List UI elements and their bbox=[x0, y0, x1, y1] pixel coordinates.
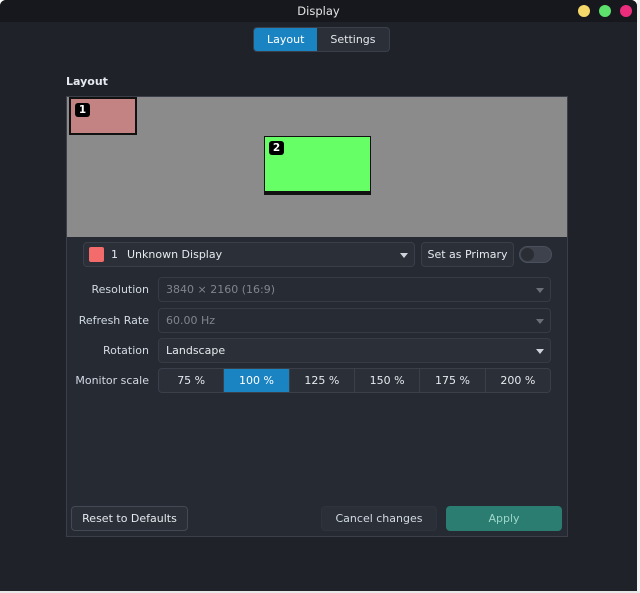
rotation-value: Landscape bbox=[166, 344, 226, 357]
monitor-1-badge: 1 bbox=[75, 103, 90, 117]
tab-settings[interactable]: Settings bbox=[317, 28, 388, 51]
display-number: 1 bbox=[111, 248, 118, 261]
layout-section-title: Layout bbox=[66, 75, 108, 88]
scale-option-150[interactable]: 150 % bbox=[353, 369, 419, 392]
scale-option-175[interactable]: 175 % bbox=[419, 369, 484, 392]
chevron-down-icon bbox=[400, 253, 408, 258]
display-name: Unknown Display bbox=[127, 248, 223, 261]
chevron-down-icon bbox=[536, 349, 544, 354]
set-as-primary-button[interactable]: Set as Primary bbox=[421, 242, 514, 267]
chevron-down-icon bbox=[536, 288, 544, 293]
minimize-button[interactable] bbox=[578, 5, 590, 17]
enable-display-toggle[interactable] bbox=[519, 246, 552, 263]
refresh-rate-value: 60.00 Hz bbox=[166, 314, 216, 327]
tab-layout[interactable]: Layout bbox=[254, 28, 318, 51]
scale-option-125[interactable]: 125 % bbox=[288, 369, 354, 392]
display-color-swatch bbox=[89, 247, 104, 262]
monitor-2-badge: 2 bbox=[269, 141, 284, 155]
title-bar[interactable]: Display bbox=[0, 0, 637, 22]
layout-panel: 1 2 1 Unknown Display Set as Primary Res… bbox=[66, 96, 568, 537]
toggle-knob bbox=[521, 248, 534, 261]
reset-to-defaults-button[interactable]: Reset to Defaults bbox=[71, 506, 188, 531]
rotation-label: Rotation bbox=[102, 344, 149, 357]
window-title: Display bbox=[297, 4, 340, 18]
monitor-1[interactable]: 1 bbox=[69, 97, 137, 135]
resolution-select: 3840 × 2160 (16:9) bbox=[158, 277, 551, 302]
resolution-label: Resolution bbox=[91, 283, 149, 296]
close-button[interactable] bbox=[620, 5, 632, 17]
scale-option-100[interactable]: 100 % bbox=[223, 369, 289, 392]
scale-option-75[interactable]: 75 % bbox=[159, 369, 223, 392]
refresh-rate-select: 60.00 Hz bbox=[158, 308, 551, 333]
monitor-2[interactable]: 2 bbox=[264, 136, 371, 195]
cancel-changes-button[interactable]: Cancel changes bbox=[321, 506, 437, 531]
display-window: Display Layout Settings Layout 1 2 1 Unk… bbox=[0, 0, 637, 591]
refresh-rate-label: Refresh Rate bbox=[78, 314, 149, 327]
monitor-scale-label: Monitor scale bbox=[75, 374, 149, 387]
chevron-down-icon bbox=[536, 319, 544, 324]
scale-option-200[interactable]: 200 % bbox=[484, 369, 550, 392]
monitor-arrangement-canvas[interactable]: 1 2 bbox=[67, 97, 567, 237]
apply-button[interactable]: Apply bbox=[446, 506, 562, 531]
view-tabs: Layout Settings bbox=[253, 27, 390, 52]
display-select[interactable]: 1 Unknown Display bbox=[83, 242, 415, 267]
rotation-select[interactable]: Landscape bbox=[158, 338, 551, 363]
monitor-scale-selector: 75 % 100 % 125 % 150 % 175 % 200 % bbox=[158, 368, 551, 393]
maximize-button[interactable] bbox=[599, 5, 611, 17]
resolution-value: 3840 × 2160 (16:9) bbox=[166, 283, 275, 296]
